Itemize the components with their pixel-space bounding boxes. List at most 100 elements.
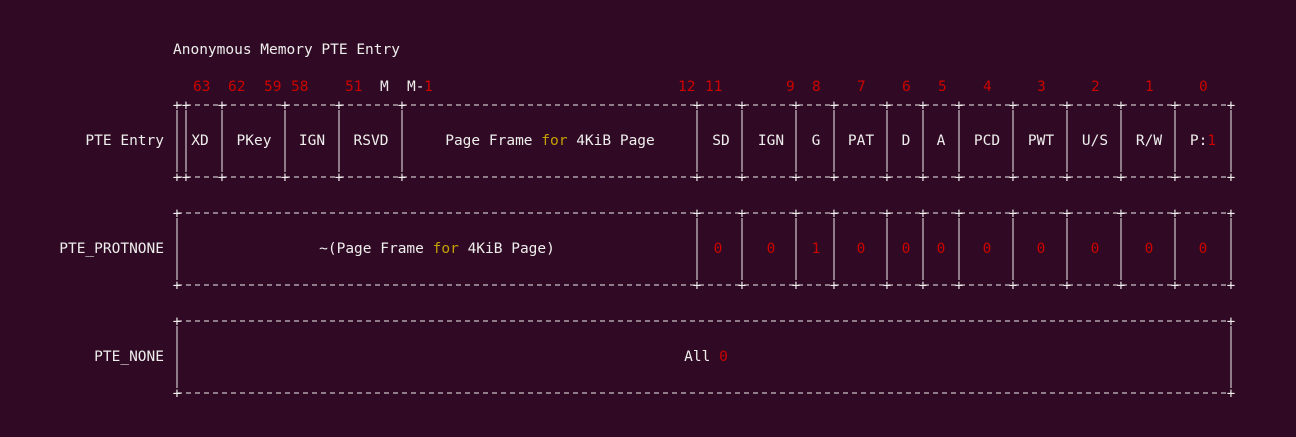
field-text: IGN: [298, 133, 326, 149]
field-text: All: [684, 349, 720, 365]
corner-plus: +: [955, 278, 963, 294]
field-cell: All 0: [684, 348, 728, 366]
corner-plus: +: [919, 206, 927, 222]
field-cell: U/S: [1082, 132, 1108, 150]
corner-plus: +: [1009, 170, 1017, 186]
field-text: R/W: [1135, 133, 1163, 149]
corner-plus: +: [182, 98, 190, 114]
corner-plus: +: [830, 170, 838, 186]
field-text: 1: [811, 241, 821, 257]
corner-plus: +: [919, 98, 927, 114]
field-text: PKey: [236, 133, 272, 149]
field-cell: 0: [1037, 240, 1046, 258]
field-cell: 0: [902, 240, 911, 258]
corner-plus: +: [173, 314, 181, 330]
field-cell: D: [902, 132, 911, 150]
corner-plus: +: [830, 206, 838, 222]
field-text: 0: [1090, 241, 1100, 257]
corner-plus: +: [693, 278, 701, 294]
corner-plus: +: [1171, 170, 1179, 186]
corner-plus: +: [1063, 206, 1071, 222]
field-text: 0: [936, 241, 946, 257]
field-text: 0: [713, 241, 723, 257]
field-cell: R/W: [1136, 132, 1162, 150]
field-text: 0: [1036, 241, 1046, 257]
corner-plus: +: [1227, 206, 1235, 222]
corner-plus: +: [738, 98, 746, 114]
corner-plus: +: [173, 98, 181, 114]
corner-plus: +: [883, 170, 891, 186]
corner-plus: +: [1063, 278, 1071, 294]
corner-plus: +: [173, 386, 181, 402]
corner-plus: +: [1227, 98, 1235, 114]
field-text: RSVD: [353, 133, 389, 149]
field-cell: RSVD: [354, 132, 389, 150]
field-text: 0: [982, 241, 992, 257]
corner-plus: +: [218, 170, 226, 186]
corner-plus: +: [335, 170, 343, 186]
field-cell: A: [937, 132, 946, 150]
field-cell: PKey: [237, 132, 272, 150]
field-cell: G: [812, 132, 821, 150]
field-text: 0: [1198, 241, 1208, 257]
corner-plus: +: [883, 98, 891, 114]
corner-plus: +: [398, 98, 406, 114]
field-cell: Page Frame for 4KiB Page: [445, 132, 655, 150]
corner-plus: +: [1171, 278, 1179, 294]
field-cell: SD: [712, 132, 729, 150]
corner-plus: +: [1009, 278, 1017, 294]
corner-plus: +: [830, 278, 838, 294]
field-cell: 0: [767, 240, 776, 258]
corner-plus: +: [281, 98, 289, 114]
field-cell: PAT: [848, 132, 874, 150]
field-cell: 0: [983, 240, 992, 258]
corner-plus: +: [919, 278, 927, 294]
corner-plus: +: [1009, 98, 1017, 114]
corner-plus: +: [955, 206, 963, 222]
field-text: for: [432, 241, 459, 257]
corner-plus: +: [281, 170, 289, 186]
field-cell: 0: [857, 240, 866, 258]
corner-plus: +: [792, 170, 800, 186]
field-text: U/S: [1081, 133, 1109, 149]
corner-plus: +: [1227, 314, 1235, 330]
corner-plus: +: [1063, 170, 1071, 186]
field-text: for: [541, 133, 568, 149]
corner-plus: +: [738, 278, 746, 294]
field-text: 4KiB Page): [458, 241, 555, 257]
corner-plus: +: [218, 98, 226, 114]
corner-plus: +: [335, 98, 343, 114]
field-text: 1: [1207, 133, 1217, 149]
corner-plus: +: [738, 170, 746, 186]
field-text: IGN: [757, 133, 785, 149]
corner-plus: +: [182, 170, 190, 186]
field-text: 0: [1144, 241, 1154, 257]
corner-plus: +: [1117, 206, 1125, 222]
corner-plus: +: [1117, 278, 1125, 294]
field-cell: 0: [937, 240, 946, 258]
corner-plus: +: [1227, 170, 1235, 186]
corner-plus: +: [693, 170, 701, 186]
corner-plus: +: [1009, 206, 1017, 222]
corner-plus: +: [1063, 98, 1071, 114]
field-cell: PWT: [1028, 132, 1054, 150]
corner-plus: +: [398, 170, 406, 186]
corner-plus: +: [1227, 386, 1235, 402]
field-cell: 1: [812, 240, 821, 258]
corner-plus: +: [1117, 98, 1125, 114]
field-cell: PCD: [974, 132, 1000, 150]
corner-plus: +: [693, 206, 701, 222]
field-cell: 0: [1145, 240, 1154, 258]
field-text: P:: [1189, 133, 1208, 149]
corner-plus: +: [792, 278, 800, 294]
corner-plus: +: [792, 98, 800, 114]
corner-plus: +: [792, 206, 800, 222]
field-text: PAT: [847, 133, 875, 149]
corner-plus: +: [919, 170, 927, 186]
field-text: G: [811, 133, 821, 149]
corner-plus: +: [955, 170, 963, 186]
corner-plus: +: [883, 278, 891, 294]
field-text: 4KiB Page: [567, 133, 655, 149]
field-text: PWT: [1027, 133, 1055, 149]
corner-plus: +: [173, 170, 181, 186]
